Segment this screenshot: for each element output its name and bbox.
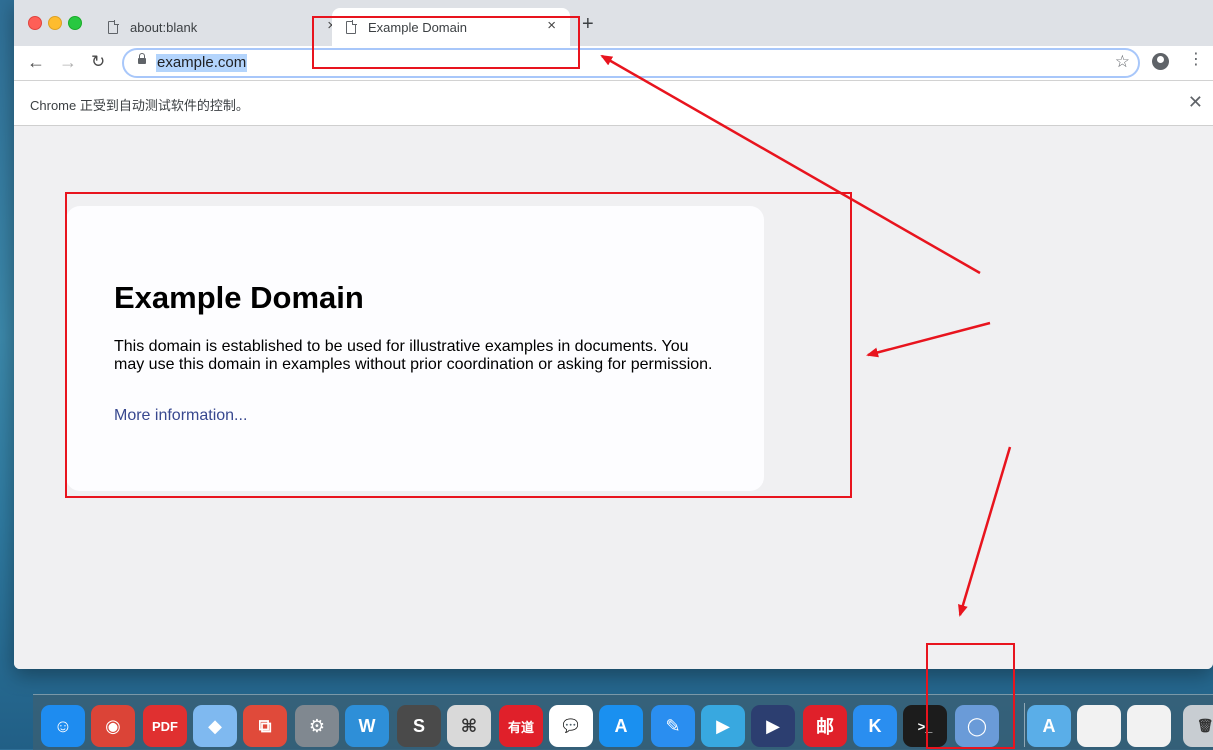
dock-finder-icon[interactable]: ☺ [41, 705, 85, 747]
document-icon [108, 19, 119, 34]
close-window-button[interactable] [28, 16, 42, 30]
dock-sublime-text-icon[interactable]: S [397, 705, 441, 747]
bookmark-star-icon[interactable]: ☆ [1115, 52, 1130, 72]
dock-quicktime-icon[interactable]: ▶ [751, 705, 795, 747]
dock-youdao-icon[interactable]: 有道 [499, 705, 543, 747]
tab-about-blank[interactable]: about:blank × [94, 8, 336, 46]
dock-wechat-icon[interactable]: 💬 [549, 705, 593, 747]
infobar-message: Chrome 正受到自动测试软件的控制。 [30, 98, 249, 113]
dock-chrome-icon[interactable]: ◉ [91, 705, 135, 747]
lock-icon[interactable] [138, 53, 146, 64]
annotation-box-content [65, 192, 852, 498]
browser-toolbar: ← → ↻ example.com ☆ ⋮ [14, 46, 1213, 81]
back-icon[interactable]: ← [27, 52, 45, 72]
infobar-close-icon[interactable]: ✕ [1188, 92, 1203, 113]
maximize-window-button[interactable] [68, 16, 82, 30]
address-bar[interactable]: example.com ☆ [122, 48, 1140, 78]
dock-trash-icon[interactable]: 🗑 [1183, 705, 1213, 747]
dock-screenshot-1-icon[interactable] [1077, 705, 1121, 747]
forward-icon[interactable]: → [59, 52, 77, 72]
automation-infobar: Chrome 正受到自动测试软件的控制。 ✕ [14, 81, 1213, 126]
dock-python-icon[interactable]: ⌘ [447, 705, 491, 747]
dock-screenshot-2-icon[interactable] [1127, 705, 1171, 747]
new-tab-button[interactable]: + [582, 14, 594, 34]
dock-app-store-icon[interactable]: A [599, 705, 643, 747]
minimize-window-button[interactable] [48, 16, 62, 30]
tab-strip: about:blank × Example Domain × + [14, 0, 1213, 46]
annotation-box-dock [926, 643, 1015, 749]
menu-icon[interactable]: ⋮ [1188, 52, 1204, 68]
dock-vmware-icon[interactable]: ⧉ [243, 705, 287, 747]
dock-video-conf-icon[interactable]: ▶ [701, 705, 745, 747]
dock-netease-mail-icon[interactable]: 邮 [803, 705, 847, 747]
dock-pdf-app-icon[interactable]: PDF [143, 705, 187, 747]
tab-title: about:blank [130, 19, 198, 35]
dock-separator [1024, 703, 1025, 747]
annotation-box-tab [312, 16, 580, 69]
dock: ☺ ◉ PDF ◆ ⧉ ⚙ W S ⌘ 有道 💬 A ✎ ▶ ▶ 邮 K >_ ◯ A 🗑 [33, 694, 1213, 750]
dock-system-preferences-icon[interactable]: ⚙ [295, 705, 339, 747]
dock-applications-folder-icon[interactable]: A [1027, 705, 1071, 747]
reload-icon[interactable]: ↻ [91, 52, 105, 72]
dock-maps-app-icon[interactable]: ◆ [193, 705, 237, 747]
profile-icon[interactable] [1152, 53, 1169, 70]
dock-wps-writer-icon[interactable]: W [345, 705, 389, 747]
url-text[interactable]: example.com [156, 54, 248, 72]
dock-notes-pen-icon[interactable]: ✎ [651, 705, 695, 747]
dock-k-app-icon[interactable]: K [853, 705, 897, 747]
